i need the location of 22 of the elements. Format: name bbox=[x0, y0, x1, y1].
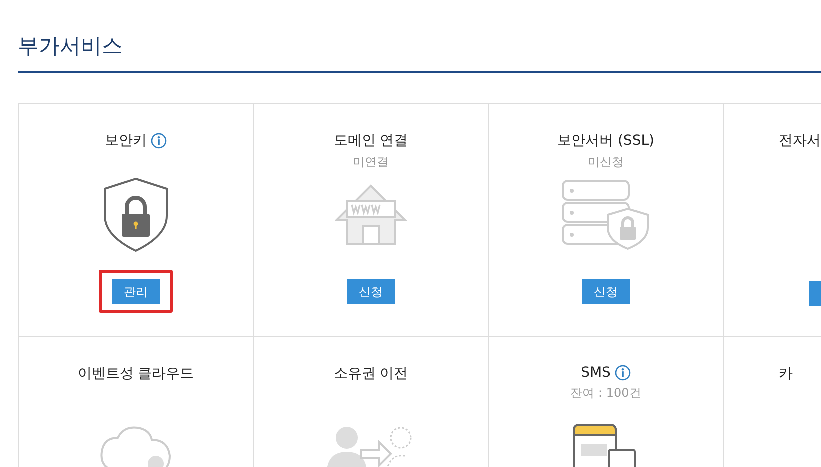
service-title: 소유권 이전 bbox=[334, 365, 408, 383]
shield-lock-icon bbox=[103, 178, 169, 252]
service-title: 카 bbox=[778, 365, 793, 383]
service-title: SMS bbox=[581, 365, 611, 381]
apply-button[interactable]: 신청 bbox=[582, 279, 630, 304]
info-icon[interactable] bbox=[151, 133, 167, 149]
cloud-icon bbox=[98, 426, 174, 467]
service-title: 보안키 bbox=[105, 132, 147, 150]
manage-button[interactable]: 관리 bbox=[112, 279, 160, 304]
house-icon bbox=[335, 184, 407, 246]
service-title: 보안서버 (SSL) bbox=[558, 132, 654, 150]
service-title: 이벤트성 클라우드 bbox=[78, 365, 194, 383]
phone-message-icon bbox=[573, 424, 639, 467]
service-title: 전자서 bbox=[778, 132, 821, 150]
apply-button[interactable]: 신청 bbox=[347, 279, 395, 304]
service-status: 미연결 bbox=[353, 154, 389, 170]
section-title: 부가서비스 bbox=[17, 33, 124, 60]
service-status: 미신청 bbox=[588, 154, 624, 170]
info-icon[interactable] bbox=[614, 365, 631, 381]
service-status: 잔여 : 100건 bbox=[570, 385, 642, 401]
server-shield-icon bbox=[562, 180, 650, 250]
service-title: 도메인 연결 bbox=[334, 132, 408, 150]
